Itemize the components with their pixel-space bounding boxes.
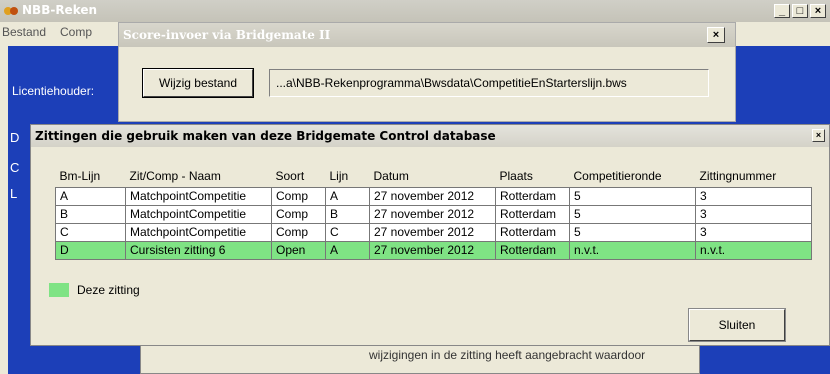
table-cell: C [55, 222, 126, 242]
sluiten-button[interactable]: Sluiten [688, 308, 786, 342]
table-cell: A [325, 186, 370, 206]
score-window-titlebar: Score-invoer via Bridgemate II × [119, 23, 735, 47]
column-header: Plaats [499, 168, 533, 183]
dialog-close-button[interactable]: × [812, 129, 825, 142]
table-row-current[interactable]: D Cursisten zitting 6 Open A 27 november… [55, 240, 812, 260]
table-cell: n.v.t. [695, 240, 812, 260]
score-invoer-window: Score-invoer via Bridgemate II × Wijzig … [118, 22, 736, 122]
table-cell: Rotterdam [495, 186, 570, 206]
table-row[interactable]: B MatchpointCompetitie Comp B 27 novembe… [55, 204, 812, 224]
score-window-title: Score-invoer via Bridgemate II [123, 28, 331, 42]
table-cell: 27 november 2012 [369, 204, 496, 224]
column-header: Zittingnummer [699, 168, 777, 183]
table-cell: Comp [271, 186, 326, 206]
table-cell: n.v.t. [569, 240, 696, 260]
table-cell: 27 november 2012 [369, 186, 496, 206]
table-cell: Rotterdam [495, 204, 570, 224]
table-row[interactable]: C MatchpointCompetitie Comp C 27 novembe… [55, 222, 812, 242]
side-letter-d: D [10, 130, 20, 145]
score-window-close-button[interactable]: × [707, 27, 725, 43]
app-close-button[interactable]: × [810, 4, 826, 18]
sessions-table: Bm-Lijn Zit/Comp - Naam Soort Lijn Datum… [55, 165, 812, 260]
minimize-button[interactable]: _ [774, 4, 790, 18]
app-logo-icon [4, 7, 18, 15]
table-header-row: Bm-Lijn Zit/Comp - Naam Soort Lijn Datum… [56, 165, 812, 187]
table-cell: MatchpointCompetitie [125, 186, 272, 206]
table-cell: 5 [569, 186, 696, 206]
table-cell: 27 november 2012 [369, 240, 496, 260]
table-cell: A [55, 186, 126, 206]
column-header: Competitieronde [573, 168, 662, 183]
dialog-titlebar: Zittingen die gebruik maken van deze Bri… [31, 125, 829, 147]
table-cell: MatchpointCompetitie [125, 222, 272, 242]
background-panel: wijzigingen in de zitting heeft aangebra… [140, 345, 700, 374]
table-cell: B [55, 204, 126, 224]
wijzig-bestand-button[interactable]: Wijzig bestand [142, 68, 254, 98]
table-cell: Comp [271, 222, 326, 242]
side-letter-l: L [10, 186, 18, 201]
app-title: NBB-Reken [22, 3, 98, 17]
table-cell: 3 [695, 204, 812, 224]
menu-comp[interactable]: Comp [60, 25, 92, 39]
table-cell: C [325, 222, 370, 242]
dialog-title: Zittingen die gebruik maken van deze Bri… [35, 129, 496, 143]
table-cell: B [325, 204, 370, 224]
column-header: Lijn [329, 168, 349, 183]
legend-swatch [49, 283, 69, 297]
table-cell: Cursisten zitting 6 [125, 240, 272, 260]
table-cell: Comp [271, 204, 326, 224]
table-cell: A [325, 240, 370, 260]
table-cell: Open [271, 240, 326, 260]
background-text: wijzigingen in de zitting heeft aangebra… [369, 348, 646, 362]
table-row[interactable]: A MatchpointCompetitie Comp A 27 novembe… [55, 186, 812, 206]
menu-bestand[interactable]: Bestand [2, 25, 46, 39]
table-cell: 3 [695, 186, 812, 206]
table-cell: Rotterdam [495, 222, 570, 242]
column-header: Soort [275, 168, 305, 183]
table-cell: 5 [569, 222, 696, 242]
maximize-button[interactable]: □ [792, 4, 808, 18]
table-cell: 5 [569, 204, 696, 224]
column-header: Bm-Lijn [59, 168, 101, 183]
side-letter-c: C [10, 160, 20, 175]
table-cell: Rotterdam [495, 240, 570, 260]
legend-label: Deze zitting [77, 283, 140, 297]
licensee-label: Licentiehouder: [12, 84, 95, 98]
table-cell: MatchpointCompetitie [125, 204, 272, 224]
table-cell: 27 november 2012 [369, 222, 496, 242]
column-header: Zit/Comp - Naam [129, 168, 221, 183]
table-cell: D [55, 240, 126, 260]
file-path-field: ...a\NBB-Rekenprogramma\Bwsdata\Competit… [269, 69, 709, 97]
zittingen-dialog: Zittingen die gebruik maken van deze Bri… [30, 124, 830, 346]
column-header: Datum [373, 168, 409, 183]
app-titlebar: NBB-Reken _ □ × [0, 0, 830, 22]
table-cell: 3 [695, 222, 812, 242]
